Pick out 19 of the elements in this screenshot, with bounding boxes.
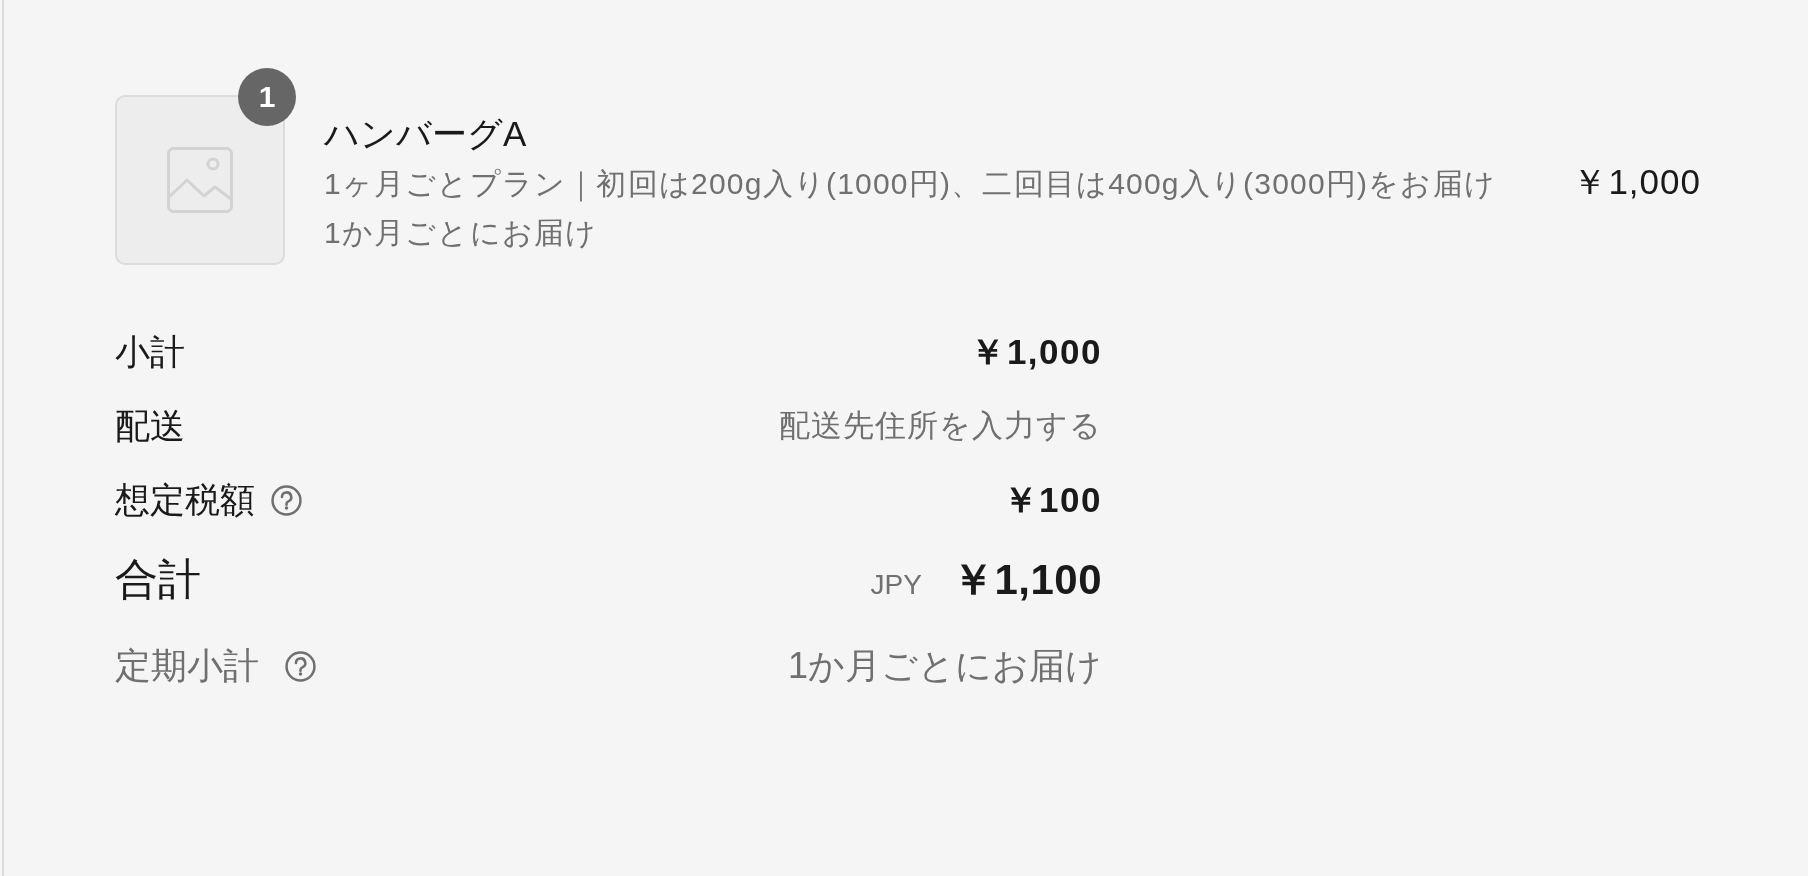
plan-description: 1ヶ月ごとプラン｜初回は200g入り(1000円)、二回目は400g入り(3000円)をお届け (324, 166, 1497, 204)
image-icon (167, 147, 233, 213)
delivery-frequency: 1か月ごとにお届け (324, 215, 599, 251)
product-name: ハンバーグA (324, 113, 528, 155)
summary-label: 定期小計 (115, 643, 259, 688)
summary-label: 想定税額 (115, 478, 255, 521)
quantity-badge: 1 (238, 68, 296, 126)
summary-value: 1か月ごとにお届け (787, 643, 1102, 688)
summary-value: ￥1,000 (970, 330, 1102, 373)
summary-value: ￥100 (1002, 478, 1102, 521)
summary-value: 配送先住所を入力する (779, 407, 1102, 445)
summary-value: ￥1,100 (951, 555, 1102, 605)
product-price: ￥1,000 (1572, 160, 1701, 203)
summary-label: 合計 (115, 554, 201, 605)
help-icon[interactable] (285, 650, 316, 682)
summary-label: 配送 (115, 404, 185, 447)
help-icon[interactable] (271, 484, 302, 516)
currency-code: JPY (870, 569, 922, 601)
summary-label: 小計 (115, 330, 185, 373)
